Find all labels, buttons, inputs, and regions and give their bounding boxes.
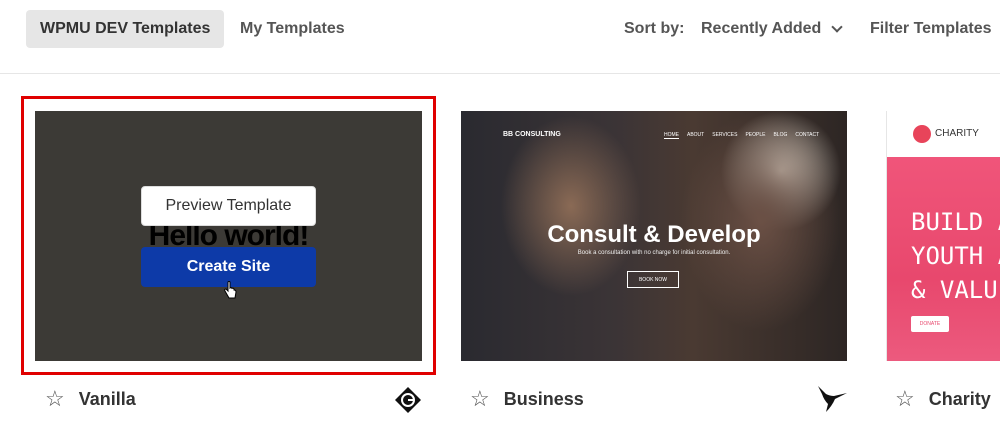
chevron-down-icon — [831, 21, 843, 33]
card-name: Charity — [928, 388, 991, 409]
favorite-star-icon[interactable]: ☆ — [895, 386, 915, 412]
preview-template-button[interactable]: Preview Template — [141, 186, 316, 226]
charity-logo-icon — [913, 125, 931, 143]
nav-item: HOME — [664, 132, 679, 139]
sort-label: Sort by: — [624, 20, 685, 37]
business-thumbnail[interactable]: BB CONSULTING HOME ABOUT SERVICES PEOPLE… — [461, 111, 847, 361]
business-hero-subtitle: Book a consultation with no charge for i… — [577, 250, 731, 256]
hand-cursor-icon — [224, 281, 237, 299]
business-brand: BB CONSULTING — [503, 131, 561, 138]
charity-donate-button: DONATE — [911, 316, 949, 332]
business-hero-title: Consult & Develop — [547, 221, 761, 248]
charity-hero-text: BUILD A WO YOUTH ARE & VALUED — [911, 205, 1000, 307]
hummingbird-icon — [818, 386, 847, 412]
tab-wpmu-dev-templates[interactable]: WPMU DEV Templates — [26, 10, 225, 48]
template-toolbar: WPMU DEV Templates My Templates Sort by:… — [0, 0, 1000, 74]
charity-header: CHARITY — [887, 111, 1000, 157]
nav-item: ABOUT — [687, 132, 705, 138]
sort-select[interactable]: Recently Added — [701, 20, 843, 38]
business-nav: HOME ABOUT SERVICES PEOPLE BLOG CONTACT — [664, 132, 819, 139]
charity-hero-line: & VALUED — [911, 276, 1000, 304]
card-name: Vanilla — [78, 388, 136, 409]
charity-hero-line: BUILD A WO — [911, 208, 1000, 236]
sort-value: Recently Added — [701, 20, 822, 37]
charity-card-footer: ☆ Charity — [895, 385, 991, 413]
nav-item: SERVICES — [712, 132, 738, 138]
filter-templates-button[interactable]: Filter Templates — [870, 20, 992, 38]
charity-thumbnail[interactable]: CHARITY BUILD A WO YOUTH ARE & VALUED DO… — [886, 111, 1000, 361]
business-hero-button: BOOK NOW — [627, 271, 679, 288]
tab-my-templates[interactable]: My Templates — [226, 10, 359, 48]
business-card-footer: ☆ Business — [470, 385, 584, 413]
card-name: Business — [503, 388, 584, 409]
nav-item: CONTACT — [795, 132, 820, 138]
g-diamond-icon — [395, 387, 421, 413]
charity-brand: CHARITY — [935, 128, 979, 139]
nav-item: BLOG — [773, 132, 788, 138]
favorite-star-icon[interactable]: ☆ — [45, 386, 65, 412]
charity-hero: BUILD A WO YOUTH ARE & VALUED DONATE — [887, 157, 1000, 361]
vanilla-thumbnail[interactable]: Hello world! Preview Template Create Sit… — [35, 111, 422, 361]
charity-hero-line: YOUTH ARE — [911, 242, 1000, 270]
vanilla-card-footer: ☆ Vanilla — [45, 385, 136, 413]
nav-item: PEOPLE — [745, 132, 766, 138]
favorite-star-icon[interactable]: ☆ — [470, 386, 490, 412]
